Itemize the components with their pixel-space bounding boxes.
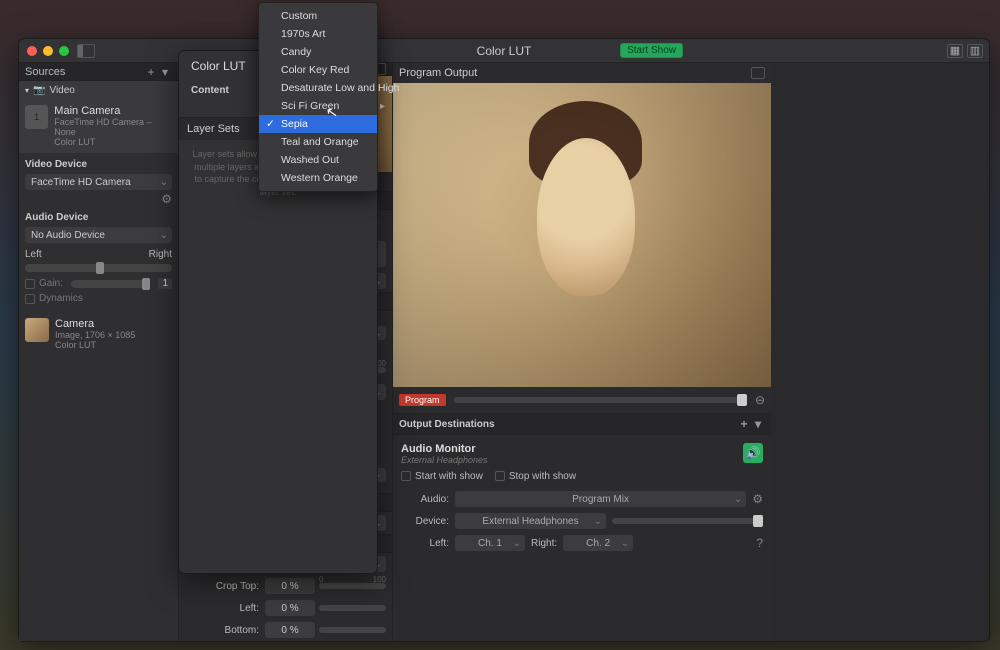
submenu-arrow-icon: ▸ (380, 101, 385, 112)
crop-top-slider[interactable]: 0100 (319, 583, 386, 589)
gain-label: Gain: (39, 278, 63, 289)
source-camera-layer[interactable]: Camera Image, 1706 × 1085 Color LUT (19, 312, 178, 356)
main-camera-thumb: 1 (25, 105, 48, 129)
minimize-icon[interactable] (43, 46, 53, 56)
camera-layer-filter: Color LUT (55, 340, 135, 350)
crop-left-slider[interactable] (319, 605, 386, 611)
video-device-select[interactable]: FaceTime HD Camera (25, 174, 172, 190)
dest-header-label: Output Destinations (399, 419, 495, 430)
program-popout-icon[interactable] (751, 67, 765, 79)
start-show-button[interactable]: Start Show (620, 43, 683, 58)
gain-checkbox[interactable] (25, 279, 35, 289)
camera-layer-sub: Image, 1706 × 1085 (55, 330, 135, 340)
program-remove-icon[interactable]: ⊖ (755, 393, 765, 407)
camera-layer-thumb (25, 318, 49, 342)
audio-monitor-sub: External Headphones (401, 455, 763, 465)
program-panel: Program Output Program ⊖ Output Destinat… (393, 63, 771, 641)
device-select[interactable]: External Headphones (455, 513, 606, 529)
traffic-lights (27, 46, 69, 56)
audio-monitor-title: Audio Monitor (401, 443, 763, 455)
video-device-label: Video Device (19, 153, 178, 172)
maximize-icon[interactable] (59, 46, 69, 56)
crop-top-label: Crop Top: (185, 581, 259, 592)
camera-layer-title: Camera (55, 318, 135, 330)
ch-right-label: Right: (531, 538, 557, 549)
dest-menu-button[interactable]: ▾ (751, 417, 765, 431)
titlebar: Color LUT Start Show ▦ ▥ (19, 39, 989, 63)
dynamics-label: Dynamics (39, 293, 83, 304)
speaker-icon[interactable]: 🔊 (743, 443, 763, 463)
device-level-slider[interactable] (612, 518, 763, 524)
main-camera-sub: FaceTime HD Camera – None (54, 117, 172, 137)
color-lut-dropdown[interactable]: ▸ Custom1970s ArtCandyColor Key RedDesat… (258, 2, 378, 192)
gain-value: 1 (158, 278, 172, 289)
main-camera-filter: Color LUT (54, 137, 172, 147)
ch-left-select[interactable]: Ch. 1 (455, 535, 525, 551)
gain-slider[interactable] (71, 280, 151, 288)
balance-labels: LeftRight (19, 245, 178, 260)
start-with-show-label: Start with show (415, 471, 483, 482)
lut-option-custom[interactable]: Custom (259, 7, 377, 25)
video-device-gear-icon[interactable]: ⚙ (161, 192, 172, 206)
program-header-label: Program Output (399, 67, 477, 79)
sources-panel: Sources + ▾ ▾ 📷 Video 1 Main Camera Face… (19, 63, 179, 641)
video-group-label: Video (49, 85, 74, 96)
ch-right-select[interactable]: Ch. 2 (563, 535, 633, 551)
stop-with-show-checkbox[interactable] (495, 471, 505, 481)
program-slider[interactable] (454, 397, 747, 403)
lut-option-washed-out[interactable]: Washed Out (259, 151, 377, 169)
program-output-view (393, 83, 771, 387)
crop-top-value[interactable]: 0 % (265, 578, 315, 594)
dynamics-checkbox[interactable] (25, 294, 35, 304)
audio-label: Audio: (401, 494, 449, 505)
crop-bottom-slider[interactable] (319, 627, 386, 633)
sources-header-label: Sources (25, 66, 65, 78)
lut-option-color-key-red[interactable]: Color Key Red (259, 61, 377, 79)
add-source-button[interactable]: + (144, 65, 158, 79)
ch-left-label: Left: (401, 538, 449, 549)
main-window: Color LUT Start Show ▦ ▥ Sources + ▾ ▾ 📷… (18, 38, 990, 642)
balance-slider[interactable] (25, 264, 172, 272)
lut-option-1970s-art[interactable]: 1970s Art (259, 25, 377, 43)
program-tag: Program (399, 394, 446, 406)
sources-menu-button[interactable]: ▾ (158, 65, 172, 79)
crop-bottom-label: Bottom: (185, 625, 259, 636)
start-with-show-checkbox[interactable] (401, 471, 411, 481)
layout-icon-a[interactable]: ▦ (947, 44, 963, 58)
add-destination-button[interactable]: + (737, 417, 751, 431)
audio-device-select[interactable]: No Audio Device (25, 227, 172, 243)
channels-help-icon[interactable]: ? (756, 536, 763, 550)
lut-option-candy[interactable]: Candy (259, 43, 377, 61)
close-icon[interactable] (27, 46, 37, 56)
disclosure-icon: ▾ (25, 86, 29, 95)
camera-glyph-icon: 📷 (33, 85, 45, 96)
sources-header: Sources + ▾ (19, 63, 178, 81)
audio-select[interactable]: Program Mix (455, 491, 746, 507)
lut-option-western-orange[interactable]: Western Orange (259, 169, 377, 187)
lut-option-desaturate-low-and-high[interactable]: Desaturate Low and High (259, 79, 377, 97)
crop-left-value[interactable]: 0 % (265, 600, 315, 616)
sidebar-toggle-icon[interactable] (77, 44, 95, 58)
layout-icon-b[interactable]: ▥ (967, 44, 983, 58)
crop-bottom-value[interactable]: 0 % (265, 622, 315, 638)
video-group-row[interactable]: ▾ 📷 Video (19, 81, 178, 99)
layer-sets-header: Layer Sets (187, 123, 240, 135)
audio-device-label: Audio Device (19, 206, 178, 225)
lut-option-sepia[interactable]: Sepia (259, 115, 377, 133)
main-camera-title: Main Camera (54, 105, 172, 117)
lut-option-teal-and-orange[interactable]: Teal and Orange (259, 133, 377, 151)
crop-left-label: Left: (185, 603, 259, 614)
source-main-camera[interactable]: 1 Main Camera FaceTime HD Camera – None … (19, 99, 178, 153)
device-label: Device: (401, 516, 449, 527)
lut-option-sci-fi-green[interactable]: Sci Fi Green (259, 97, 377, 115)
stop-with-show-label: Stop with show (509, 471, 576, 482)
audio-gear-icon[interactable]: ⚙ (752, 492, 763, 506)
program-header: Program Output (393, 63, 771, 83)
audio-monitor-block: 🔊 Audio Monitor External Headphones Star… (393, 435, 771, 562)
